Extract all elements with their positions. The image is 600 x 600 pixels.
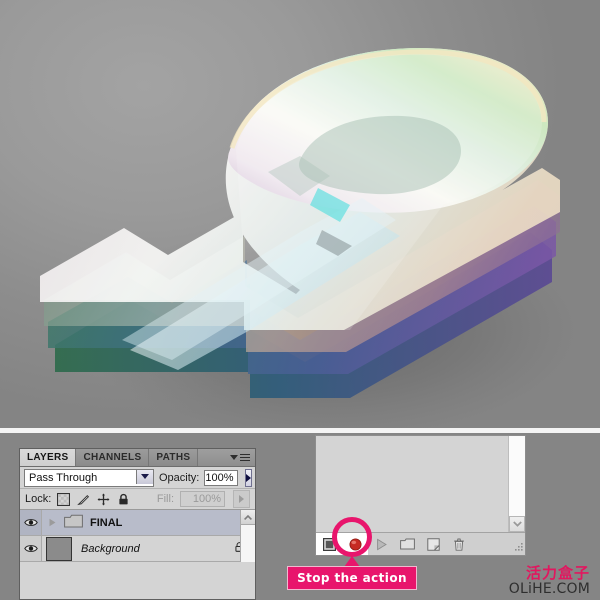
blend-mode-row: Pass Through Opacity: 100% <box>20 467 255 489</box>
chevron-down-icon <box>230 455 238 460</box>
folder-icon <box>64 514 83 531</box>
opacity-stepper[interactable] <box>244 468 252 487</box>
abstract-question-mark-art <box>40 48 580 428</box>
layer-visibility-toggle[interactable] <box>20 510 42 535</box>
resize-grip-icon[interactable] <box>513 543 523 553</box>
scroll-up-button[interactable] <box>241 510 255 525</box>
lock-position-icon[interactable] <box>97 493 110 506</box>
tab-channels[interactable]: CHANNELS <box>76 449 150 466</box>
layer-list: FINAL Background <box>20 510 255 562</box>
actions-scrollbar[interactable] <box>508 436 525 532</box>
watermark: 活力盒子 OLiHE.COM <box>508 564 590 597</box>
callout-text: Stop the action <box>297 571 407 585</box>
layer-name: Background <box>81 542 140 555</box>
watermark-en: OLiHE.COM <box>508 581 590 597</box>
tab-layers[interactable]: LAYERS <box>20 449 77 466</box>
layer-thumbnail[interactable] <box>46 536 72 561</box>
delete-button[interactable] <box>446 533 472 555</box>
lock-paint-icon[interactable] <box>77 493 90 506</box>
tab-paths[interactable]: PATHS <box>149 449 199 466</box>
chevron-up-icon <box>244 514 252 520</box>
layers-panel-tabbar: LAYERS CHANNELS PATHS <box>20 449 255 467</box>
chevron-right-icon <box>245 473 251 482</box>
opacity-value[interactable]: 100% <box>204 469 238 486</box>
fill-stepper <box>233 490 250 508</box>
layers-scrollbar[interactable] <box>240 510 255 562</box>
watermark-cn: 活力盒子 <box>525 564 590 582</box>
folder-icon <box>399 538 415 550</box>
table-row[interactable]: FINAL <box>20 510 255 536</box>
chevron-down-icon <box>512 521 522 527</box>
chevron-down-icon <box>141 474 149 479</box>
blend-mode-select[interactable]: Pass Through <box>24 468 154 487</box>
fill-label: Fill: <box>156 493 174 505</box>
panel-menu-button[interactable] <box>230 449 255 466</box>
blend-mode-value: Pass Through <box>29 471 98 484</box>
callout-banner: Stop the action <box>287 566 417 590</box>
new-set-button[interactable] <box>394 533 420 555</box>
lock-label: Lock: <box>25 493 52 505</box>
eye-icon <box>23 545 38 552</box>
screenshot-root: LAYERS CHANNELS PATHS Pass Through Opaci… <box>0 0 600 600</box>
chevron-right-icon <box>239 495 244 503</box>
lock-row: Lock: Fill: 100% <box>20 489 255 510</box>
scroll-down-button[interactable] <box>509 516 525 532</box>
layer-name: FINAL <box>90 516 123 529</box>
layer-visibility-toggle[interactable] <box>20 536 42 561</box>
new-page-icon <box>426 537 440 551</box>
opacity-label: Opacity: <box>159 471 200 484</box>
hamburger-icon <box>240 453 250 462</box>
trash-icon <box>454 538 464 551</box>
layers-panel: LAYERS CHANNELS PATHS Pass Through Opaci… <box>19 448 256 600</box>
fill-value: 100% <box>180 491 225 507</box>
table-row[interactable]: Background <box>20 536 255 562</box>
lock-all-icon[interactable] <box>117 493 130 506</box>
play-triangle-icon <box>376 538 387 550</box>
blend-mode-dropdown-arrow[interactable] <box>136 469 153 484</box>
highlight-circle <box>332 517 372 557</box>
artwork-canvas <box>0 0 600 428</box>
new-action-button[interactable] <box>420 533 446 555</box>
eye-icon <box>23 519 38 526</box>
expand-group-triangle-icon[interactable] <box>48 518 57 527</box>
lock-transparency-icon[interactable] <box>57 492 71 506</box>
